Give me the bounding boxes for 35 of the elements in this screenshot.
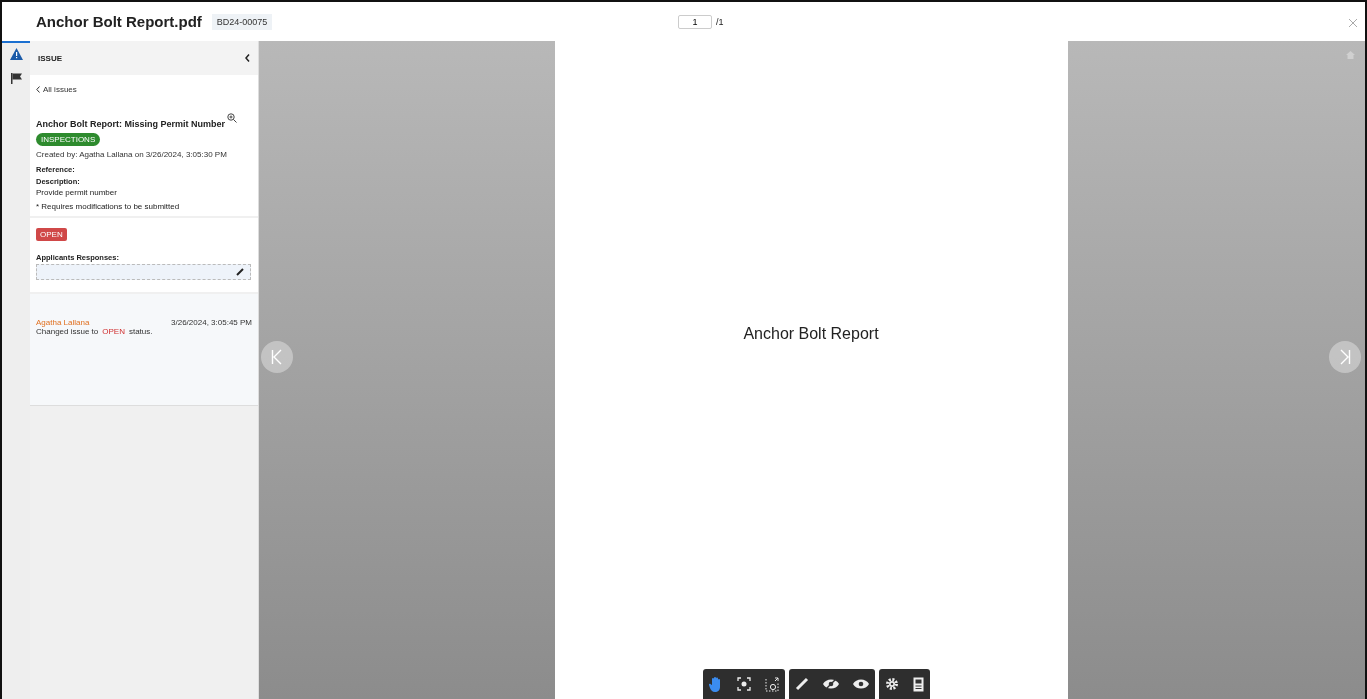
area-zoom-icon[interactable] bbox=[765, 676, 779, 692]
pen-icon[interactable] bbox=[795, 677, 809, 691]
category-tag: INSPECTIONS bbox=[36, 133, 101, 146]
flag-icon[interactable] bbox=[10, 72, 22, 84]
first-page-button[interactable] bbox=[261, 341, 293, 373]
warning-icon[interactable] bbox=[9, 48, 23, 60]
page-heading: Anchor Bolt Report bbox=[743, 325, 879, 343]
pencil-icon[interactable] bbox=[236, 268, 244, 276]
issue-title: Anchor Bolt Report: Missing Permit Number bbox=[36, 119, 225, 129]
description-text: Provide permit number bbox=[36, 188, 117, 197]
chevron-left-icon[interactable] bbox=[36, 86, 40, 93]
page-number-field[interactable]: 1 bbox=[678, 15, 712, 29]
page-total: /1 bbox=[716, 17, 724, 27]
hand-tool-icon[interactable] bbox=[709, 676, 723, 692]
fit-page-icon[interactable] bbox=[737, 677, 751, 691]
activity-author: Agatha Lallana bbox=[36, 318, 90, 327]
eye-icon[interactable] bbox=[853, 678, 869, 690]
last-page-button[interactable] bbox=[1329, 341, 1361, 373]
document-title: Anchor Bolt Report.pdf bbox=[36, 13, 202, 30]
activity-message: Changed issue to bbox=[36, 327, 99, 336]
eye-slash-icon[interactable] bbox=[823, 678, 839, 690]
document-id-tag: BD24-00075 bbox=[211, 13, 273, 30]
panel-title: ISSUE bbox=[38, 53, 62, 63]
all-issues-link[interactable]: All issues bbox=[36, 85, 77, 94]
requirement-note: * Requires modifications to be submitted bbox=[36, 202, 180, 211]
activity-message-end: status. bbox=[128, 327, 153, 336]
status-badge: OPEN bbox=[36, 228, 67, 241]
created-by-text: Created by: Agatha Lallana on 3/26/2024, 3:05:30 PM bbox=[36, 150, 227, 159]
collapse-chevron-icon[interactable] bbox=[245, 54, 250, 62]
activity-status: OPEN bbox=[102, 327, 125, 336]
zoom-in-icon[interactable] bbox=[227, 113, 237, 123]
panel-icon[interactable] bbox=[913, 676, 924, 692]
response-field[interactable] bbox=[36, 264, 251, 280]
settings-icon[interactable] bbox=[885, 677, 899, 691]
activity-time: 3/26/2024, 3:05:45 PM bbox=[171, 318, 252, 327]
